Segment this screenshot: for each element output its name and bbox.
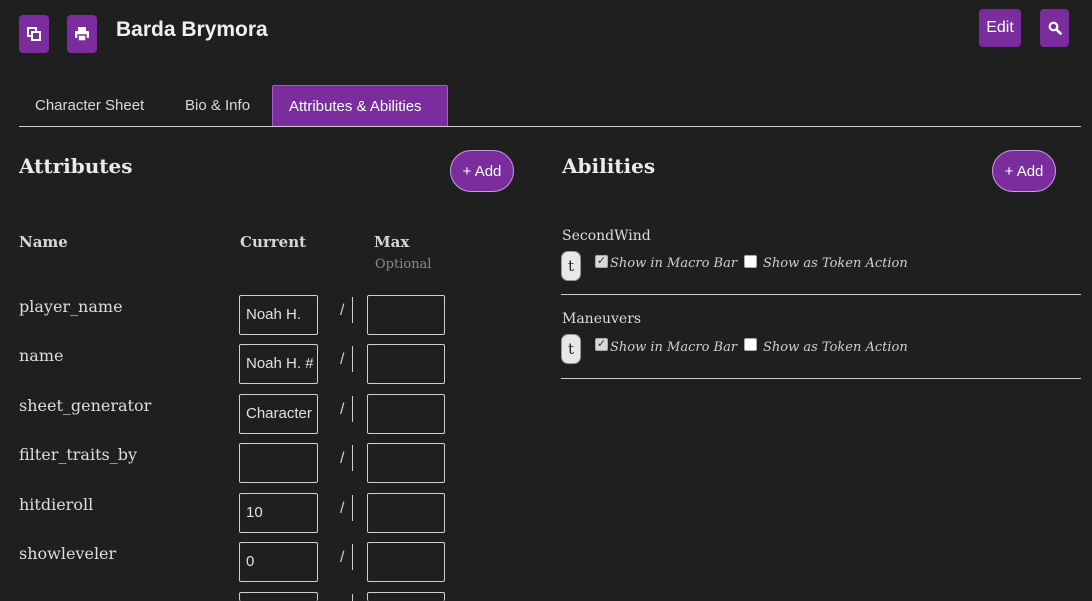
value-separator: / [340, 450, 345, 467]
divider [352, 297, 353, 323]
column-name-header: Name [19, 233, 68, 251]
edit-button[interactable]: Edit [979, 9, 1021, 47]
ability-name[interactable]: Maneuvers [562, 311, 641, 327]
divider [352, 396, 353, 422]
attribute-max-input[interactable] [367, 344, 445, 384]
column-max-header: Max [374, 233, 410, 251]
page-title: Barda Brymora [116, 18, 268, 41]
attribute-name: filter_traits_by [19, 445, 137, 464]
attribute-current-input[interactable]: Noah H. # [239, 344, 318, 384]
add-ability-button[interactable]: + Add [992, 150, 1056, 192]
attribute-max-input[interactable] [367, 443, 445, 483]
attribute-max-input[interactable] [367, 592, 445, 601]
attribute-current-input[interactable]: 0 [239, 542, 318, 582]
ability-divider [561, 294, 1081, 295]
print-icon [75, 27, 89, 42]
attribute-max-input[interactable] [367, 394, 445, 434]
show-as-token-action-label: Show as Token Action [763, 256, 908, 271]
value-separator: / [340, 302, 345, 319]
value-separator: / [340, 500, 345, 517]
add-attribute-button[interactable]: + Add [450, 150, 514, 192]
attribute-max-input[interactable] [367, 295, 445, 335]
show-as-token-action-checkbox[interactable] [744, 338, 757, 351]
attribute-current-input[interactable]: 10 [239, 493, 318, 533]
ability-token-button[interactable]: t [561, 251, 581, 281]
show-in-macro-bar-checkbox[interactable]: ✓ [595, 338, 608, 351]
value-separator: / [340, 351, 345, 368]
column-max-hint: Optional [375, 257, 432, 272]
tab-attributes-abilities[interactable]: Attributes & Abilities [272, 85, 448, 126]
column-current-header: Current [240, 233, 307, 251]
attribute-current-input[interactable]: Noah H. [239, 295, 318, 335]
show-as-token-action-label: Show as Token Action [763, 340, 908, 355]
print-button[interactable] [67, 15, 97, 53]
tab-character-sheet[interactable]: Character Sheet [19, 85, 160, 126]
attribute-current-input[interactable]: Character [239, 394, 318, 434]
attribute-current-input[interactable] [239, 592, 318, 601]
attribute-name: sheet_generator [19, 396, 152, 415]
value-separator: / [340, 401, 345, 418]
attribute-name: hitdieroll [19, 495, 94, 514]
attribute-name: name [19, 346, 64, 365]
attribute-current-input[interactable] [239, 443, 318, 483]
value-separator: / [340, 549, 345, 566]
tab-bio-info[interactable]: Bio & Info [169, 85, 266, 126]
divider [352, 346, 353, 372]
divider [352, 544, 353, 570]
search-icon [1048, 21, 1062, 35]
attribute-max-input[interactable] [367, 493, 445, 533]
popout-button[interactable] [19, 15, 49, 53]
attribute-name: player_name [19, 297, 123, 316]
tab-bar: Character Sheet Bio & Info Attributes & … [19, 85, 1081, 127]
show-in-macro-bar-label: Show in Macro Bar [610, 340, 738, 355]
divider [352, 495, 353, 521]
divider [352, 594, 353, 601]
ability-token-button[interactable]: t [561, 334, 581, 364]
abilities-heading: Abilities [562, 154, 656, 178]
show-as-token-action-checkbox[interactable] [744, 255, 757, 268]
search-button[interactable] [1040, 9, 1069, 47]
attribute-max-input[interactable] [367, 542, 445, 582]
attribute-name: showleveler [19, 544, 117, 563]
show-in-macro-bar-label: Show in Macro Bar [610, 256, 738, 271]
ability-name[interactable]: SecondWind [562, 228, 651, 244]
divider [352, 445, 353, 471]
attributes-heading: Attributes [19, 154, 133, 178]
popout-icon [27, 27, 41, 41]
ability-divider [561, 378, 1081, 379]
show-in-macro-bar-checkbox[interactable]: ✓ [595, 255, 608, 268]
